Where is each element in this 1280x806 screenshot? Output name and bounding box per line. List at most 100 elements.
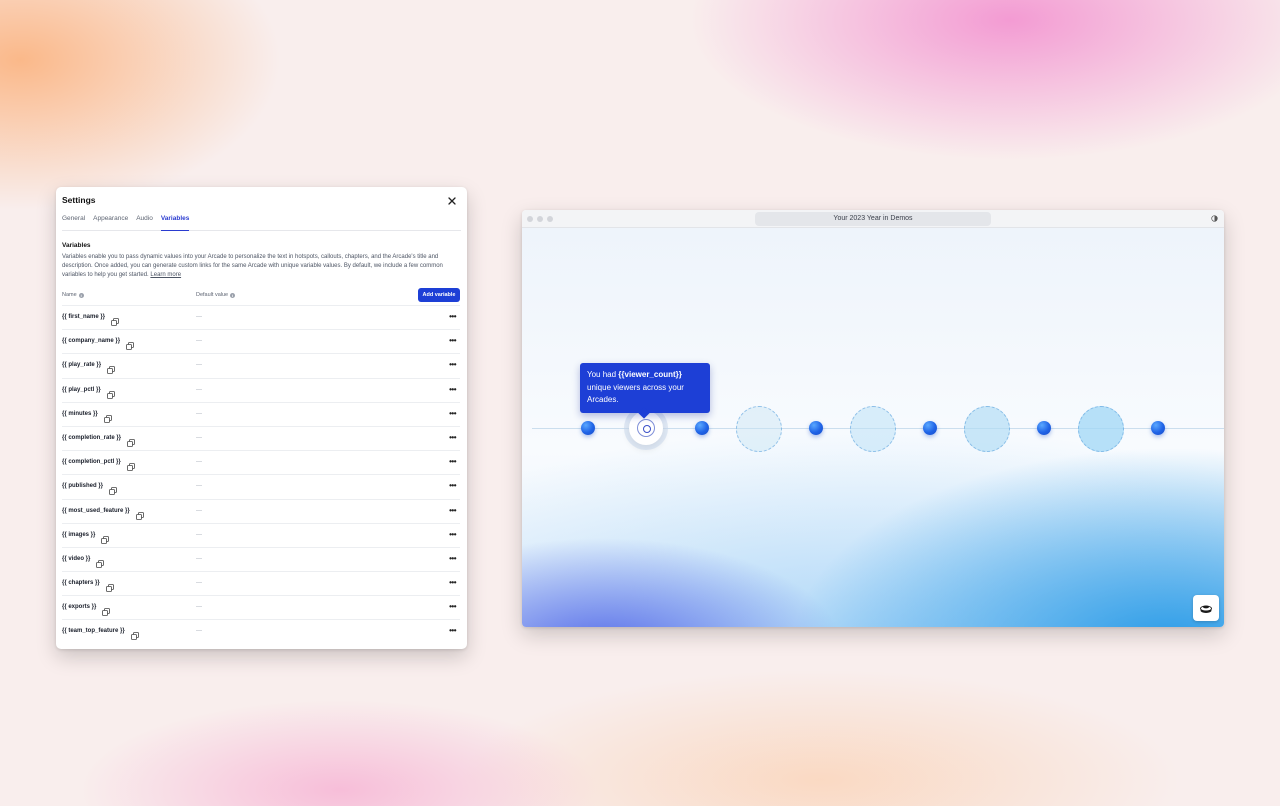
description-text: Variables enable you to pass dynamic val… bbox=[62, 254, 443, 279]
row-actions-button[interactable]: ••• bbox=[449, 578, 456, 587]
tooltip-prefix: You had bbox=[587, 370, 619, 379]
settings-tabs: General Appearance Audio Variables bbox=[62, 212, 461, 231]
window-close-dot[interactable] bbox=[527, 216, 533, 222]
copy-icon[interactable] bbox=[107, 361, 115, 375]
tab-audio[interactable]: Audio bbox=[136, 212, 153, 231]
timeline-step[interactable] bbox=[809, 421, 823, 435]
copy-icon[interactable] bbox=[127, 434, 135, 447]
table-row: {{ completion_pctl }} — ••• bbox=[62, 450, 460, 474]
timeline-step[interactable] bbox=[581, 421, 595, 435]
timeline-step[interactable] bbox=[1037, 421, 1051, 435]
row-actions-button[interactable]: ••• bbox=[449, 457, 456, 466]
table-row: {{ chapters }} — ••• bbox=[62, 571, 460, 595]
column-default-header: Default value i bbox=[196, 292, 236, 298]
tab-variables[interactable]: Variables bbox=[160, 212, 190, 231]
info-icon[interactable]: i bbox=[78, 292, 84, 298]
target-icon bbox=[637, 419, 655, 437]
variable-name: {{ company_name }} bbox=[62, 338, 121, 345]
variable-name: {{ most_used_feature }} bbox=[62, 507, 130, 514]
variables-description: Variables enable you to pass dynamic val… bbox=[62, 253, 446, 281]
add-variable-button[interactable]: Add variable bbox=[418, 288, 460, 302]
row-actions-button[interactable]: ••• bbox=[449, 385, 456, 394]
default-value: — bbox=[196, 580, 202, 587]
copy-icon[interactable] bbox=[131, 627, 139, 641]
row-actions-button[interactable]: ••• bbox=[449, 312, 456, 321]
demo-stage: You had {{viewer_count}} unique viewers … bbox=[522, 228, 1224, 627]
timeline-step[interactable] bbox=[923, 421, 937, 435]
window-url-bar: Your 2023 Year in Demos bbox=[755, 212, 991, 226]
row-actions-button[interactable]: ••• bbox=[449, 554, 456, 563]
variable-name: {{ completion_pctl }} bbox=[62, 459, 121, 466]
variable-name: {{ play_pctl }} bbox=[62, 386, 101, 393]
copy-icon[interactable] bbox=[107, 386, 115, 399]
default-value: — bbox=[196, 604, 202, 611]
column-name-header: Name i bbox=[62, 292, 84, 298]
row-actions-button[interactable]: ••• bbox=[449, 506, 456, 515]
arcade-logo-icon bbox=[1200, 605, 1212, 613]
default-value: — bbox=[196, 386, 202, 393]
copy-icon[interactable] bbox=[96, 555, 104, 568]
variable-name: {{ video }} bbox=[62, 555, 91, 562]
demo-window: Your 2023 Year in Demos You had {{viewer… bbox=[522, 210, 1224, 627]
settings-title: Settings bbox=[62, 195, 96, 205]
default-value: — bbox=[196, 531, 202, 538]
table-row: {{ published }} — ••• bbox=[62, 474, 460, 498]
column-default-label: Default value bbox=[196, 292, 229, 298]
window-maximize-dot[interactable] bbox=[547, 216, 553, 222]
timeline-step[interactable] bbox=[1151, 421, 1165, 435]
variable-name: {{ first_name }} bbox=[62, 314, 106, 320]
copy-icon[interactable] bbox=[126, 337, 134, 351]
table-row: {{ images }} — ••• bbox=[62, 522, 460, 547]
settings-panel: Settings General Appearance Audio Variab… bbox=[56, 187, 467, 649]
timeline-bubble[interactable] bbox=[736, 406, 782, 452]
row-actions-button[interactable]: ••• bbox=[449, 481, 456, 490]
close-button[interactable] bbox=[445, 194, 459, 208]
default-value: — bbox=[196, 628, 202, 635]
table-row: {{ completion_rate }} — ••• bbox=[62, 425, 460, 450]
copy-icon[interactable] bbox=[101, 531, 109, 544]
copy-icon[interactable] bbox=[102, 603, 110, 617]
copy-icon[interactable] bbox=[111, 313, 119, 326]
info-icon[interactable]: i bbox=[230, 292, 236, 298]
tooltip-suffix: unique viewers across your Arcades. bbox=[587, 382, 684, 405]
default-value: — bbox=[196, 410, 202, 417]
timeline-bubble[interactable] bbox=[850, 406, 896, 452]
window-titlebar: Your 2023 Year in Demos bbox=[522, 210, 1224, 228]
copy-icon[interactable] bbox=[109, 482, 117, 496]
variable-name: {{ chapters }} bbox=[62, 580, 100, 587]
row-actions-button[interactable]: ••• bbox=[449, 626, 456, 635]
variable-name: {{ images }} bbox=[62, 531, 96, 538]
table-row: {{ exports }} — ••• bbox=[62, 595, 460, 619]
copy-icon[interactable] bbox=[136, 507, 144, 520]
close-icon bbox=[448, 197, 456, 205]
contrast-icon[interactable] bbox=[1211, 215, 1218, 222]
copy-icon[interactable] bbox=[106, 579, 114, 592]
tab-appearance[interactable]: Appearance bbox=[93, 212, 128, 231]
learn-more-link[interactable]: Learn more bbox=[150, 272, 181, 278]
default-value: — bbox=[196, 338, 202, 345]
row-actions-button[interactable]: ••• bbox=[449, 360, 456, 369]
timeline-bubble[interactable] bbox=[1078, 406, 1124, 452]
timeline-step[interactable] bbox=[695, 421, 709, 435]
row-actions-button[interactable]: ••• bbox=[449, 602, 456, 611]
row-actions-button[interactable]: ••• bbox=[449, 409, 456, 418]
variable-name: {{ team_top_feature }} bbox=[62, 628, 125, 635]
window-minimize-dot[interactable] bbox=[537, 216, 543, 222]
row-actions-button[interactable]: ••• bbox=[449, 336, 456, 345]
tooltip-variable: {{viewer_count}} bbox=[618, 370, 682, 379]
variables-list: {{ first_name }} — ••• {{ company_name }} — •… bbox=[62, 305, 460, 644]
row-actions-button[interactable]: ••• bbox=[449, 530, 456, 539]
row-actions-button[interactable]: ••• bbox=[449, 433, 456, 442]
timeline-bubble[interactable] bbox=[964, 406, 1010, 452]
table-row: {{ minutes }} — ••• bbox=[62, 401, 460, 426]
variable-name: {{ exports }} bbox=[62, 604, 97, 611]
table-header: Name i Default value i Add variable bbox=[62, 288, 460, 305]
default-value: — bbox=[196, 434, 202, 441]
default-value: — bbox=[196, 555, 202, 562]
table-row: {{ first_name }} — ••• bbox=[62, 305, 460, 329]
copy-icon[interactable] bbox=[127, 458, 135, 472]
copy-icon[interactable] bbox=[104, 410, 112, 423]
variable-name: {{ completion_rate }} bbox=[62, 434, 122, 441]
tab-general[interactable]: General bbox=[62, 212, 85, 231]
arcade-logo-button[interactable] bbox=[1193, 595, 1219, 621]
